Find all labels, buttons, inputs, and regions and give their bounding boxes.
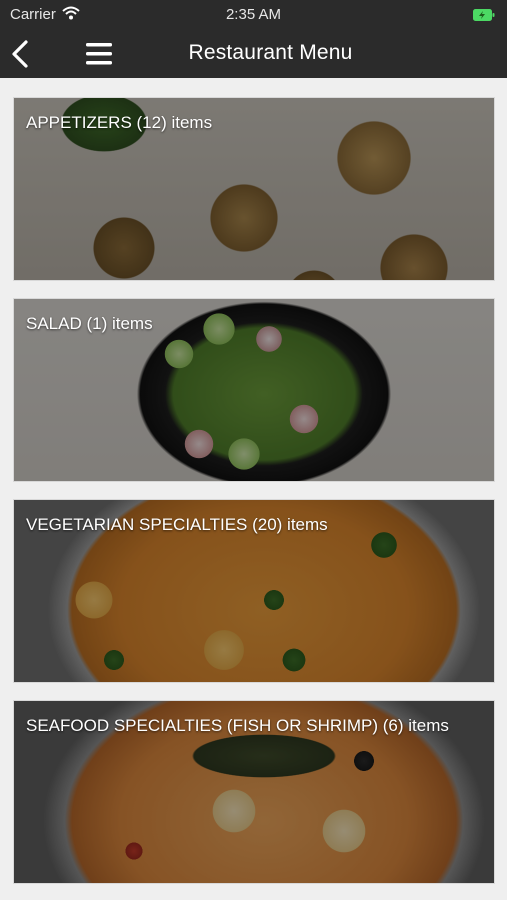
category-card-appetizers[interactable]: APPETIZERS (12) items	[13, 97, 495, 281]
category-label: APPETIZERS (12) items	[26, 113, 213, 132]
navigation-bar: Restaurant Menu	[0, 30, 507, 78]
category-card-vegetarian-specialties[interactable]: VEGETARIAN SPECIALTIES (20) items	[13, 499, 495, 683]
battery-icon	[473, 8, 495, 25]
status-bar: Carrier 2:35 AM	[0, 0, 507, 30]
menu-category-list: APPETIZERS (12) items SALAD (1) items VE…	[0, 78, 507, 900]
page-title: Restaurant Menu	[188, 41, 353, 64]
category-label: VEGETARIAN SPECIALTIES (20) items	[26, 515, 328, 534]
category-label: SALAD (1) items	[26, 314, 153, 333]
category-label: SEAFOOD SPECIALTIES (FISH OR SHRIMP) (6)…	[26, 716, 449, 735]
category-card-seafood-specialties[interactable]: SEAFOOD SPECIALTIES (FISH OR SHRIMP) (6)…	[13, 700, 495, 884]
status-time: 2:35 AM	[225, 6, 282, 23]
category-card-salad[interactable]: SALAD (1) items	[13, 298, 495, 482]
